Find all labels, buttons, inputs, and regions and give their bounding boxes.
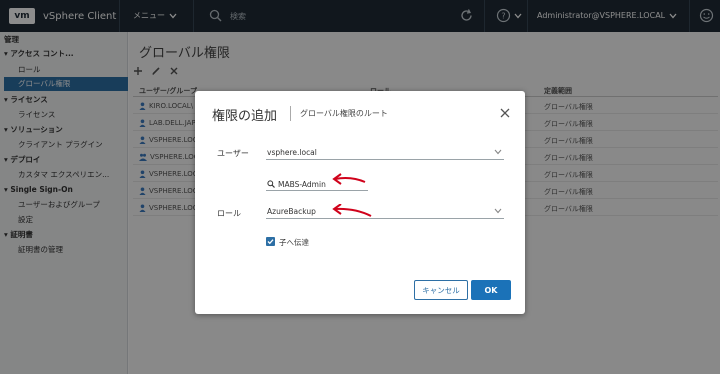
domain-select[interactable]: vsphere.local [266,146,504,160]
role-label: ロール [217,209,241,218]
user-label: ユーザー [217,149,249,158]
role-value: AzureBackup [267,207,316,216]
propagate-label: 子へ伝達 [279,238,309,247]
ok-button[interactable]: OK [471,280,511,300]
red-arrow-annotation [332,204,372,217]
propagate-checkbox[interactable] [266,237,275,246]
red-arrow-annotation [332,173,366,185]
role-select[interactable]: AzureBackup [266,205,504,219]
chevron-down-icon [494,208,502,214]
domain-value: vsphere.local [267,148,317,157]
title-divider [290,106,291,121]
user-search-value: MABS-Admin [278,179,326,189]
search-icon [267,180,275,188]
add-permission-dialog: 権限の追加 グローバル権限のルート ユーザー vsphere.local MAB… [195,91,525,314]
dialog-subtitle: グローバル権限のルート [300,109,388,118]
checkmark-icon [267,239,274,245]
close-icon[interactable] [500,108,510,118]
dialog-title: 権限の追加 [212,109,278,124]
chevron-down-icon [494,149,502,155]
cancel-button[interactable]: キャンセル [414,280,468,300]
